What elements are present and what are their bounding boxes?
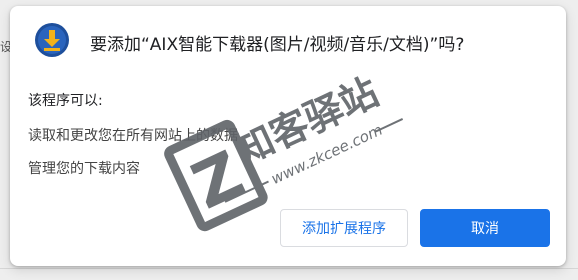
cancel-button[interactable]: 取消 bbox=[420, 209, 550, 247]
dialog-title: 要添加“AIX智能下载器(图片/视频/音乐/文档)”吗? bbox=[90, 35, 465, 55]
watermark-logo: Z 知客驿站 www.zkcee.com bbox=[164, 70, 404, 232]
permission-item: 管理您的下载内容 bbox=[28, 161, 140, 177]
background-divider bbox=[0, 268, 578, 269]
download-arrow-icon bbox=[35, 23, 69, 57]
permissions-heading: 该程序可以: bbox=[28, 93, 103, 109]
